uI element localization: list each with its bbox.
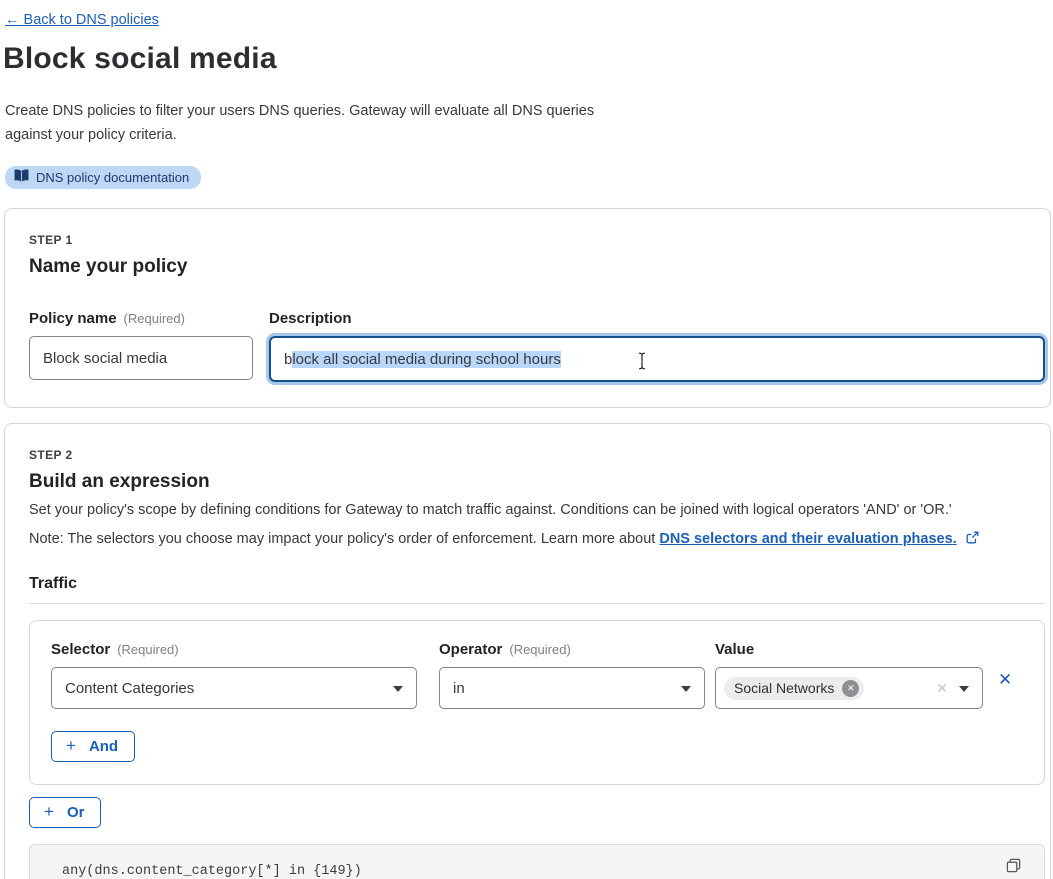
value-tag-social-networks: Social Networks ✕	[724, 677, 864, 700]
page-title: Block social media	[3, 42, 1053, 76]
description-input[interactable]: block all social media during school hou…	[269, 336, 1045, 382]
copy-expression-button[interactable]	[1004, 856, 1023, 878]
value-multiselect[interactable]: Social Networks ✕ ✕	[715, 667, 983, 709]
operator-required-hint: (Required)	[509, 642, 570, 657]
traffic-heading: Traffic	[29, 575, 1045, 604]
add-or-condition-button[interactable]: + Or	[29, 797, 101, 828]
add-and-condition-button[interactable]: + And	[51, 731, 135, 762]
step2-label: STEP 2	[29, 448, 1045, 462]
step1-label: STEP 1	[29, 233, 1045, 247]
chevron-down-icon	[681, 686, 691, 692]
or-button-label: Or	[67, 804, 85, 821]
selector-dropdown[interactable]: Content Categories	[51, 667, 417, 709]
description-text-unselected: b	[284, 351, 292, 368]
operator-field-group: Operator (Required) in	[439, 641, 705, 709]
value-label: Value	[715, 641, 754, 658]
value-tag-label: Social Networks	[734, 680, 834, 696]
condition-row: Selector (Required) Content Categories O…	[51, 641, 1026, 709]
condition-card: Selector (Required) Content Categories O…	[29, 620, 1045, 785]
selector-required-hint: (Required)	[117, 642, 178, 657]
dns-policy-page: ← Back to DNS policies Block social medi…	[0, 0, 1053, 879]
dns-selectors-link[interactable]: DNS selectors and their evaluation phase…	[659, 531, 956, 547]
step2-subheading: Set your policy's scope by defining cond…	[29, 500, 1045, 521]
selector-value: Content Categories	[65, 680, 194, 697]
page-intro: Create DNS policies to filter your users…	[5, 99, 605, 147]
clear-values-icon[interactable]: ✕	[936, 680, 948, 697]
selector-label: Selector	[51, 641, 110, 658]
plus-icon: +	[66, 736, 76, 756]
back-to-dns-policies-link[interactable]: ← Back to DNS policies	[5, 12, 159, 28]
chevron-down-icon	[393, 686, 403, 692]
expression-code: any(dns.content_category[*] in {149})	[62, 864, 362, 879]
selector-field-group: Selector (Required) Content Categories	[51, 641, 417, 709]
value-field-group: Value Social Networks ✕ ✕	[715, 641, 983, 709]
step2-heading: Build an expression	[29, 471, 1045, 493]
operator-label: Operator	[439, 641, 502, 658]
book-icon	[14, 169, 29, 185]
and-button-label: And	[89, 738, 118, 755]
policy-name-required-hint: (Required)	[124, 311, 185, 326]
chevron-down-icon	[959, 686, 969, 692]
step1-card: STEP 1 Name your policy Policy name (Req…	[4, 208, 1051, 408]
text-cursor-icon	[637, 352, 647, 374]
step2-note: Note: The selectors you choose may impac…	[29, 531, 1045, 548]
policy-name-input[interactable]	[29, 336, 253, 380]
external-link-icon[interactable]	[966, 532, 979, 548]
note-text: Note: The selectors you choose may impac…	[29, 531, 655, 547]
dns-policy-documentation-badge[interactable]: DNS policy documentation	[5, 166, 201, 189]
remove-condition-button[interactable]: ✕	[998, 671, 1012, 688]
step1-heading: Name your policy	[29, 256, 1045, 278]
description-label: Description	[269, 310, 352, 327]
tag-remove-icon[interactable]: ✕	[842, 680, 859, 697]
step2-card: STEP 2 Build an expression Set your poli…	[4, 423, 1051, 879]
description-field-group: Description block all social media durin…	[269, 310, 1045, 382]
step1-form-row: Policy name (Required) Description block…	[29, 310, 1045, 382]
operator-dropdown[interactable]: in	[439, 667, 705, 709]
expression-preview: any(dns.content_category[*] in {149})	[29, 844, 1045, 879]
plus-icon: +	[44, 802, 54, 822]
doc-badge-label: DNS policy documentation	[36, 170, 189, 185]
policy-name-label: Policy name	[29, 310, 117, 327]
description-text-selected: lock all social media during school hour…	[292, 351, 560, 368]
policy-name-field-group: Policy name (Required)	[29, 310, 253, 382]
operator-value: in	[453, 680, 465, 697]
